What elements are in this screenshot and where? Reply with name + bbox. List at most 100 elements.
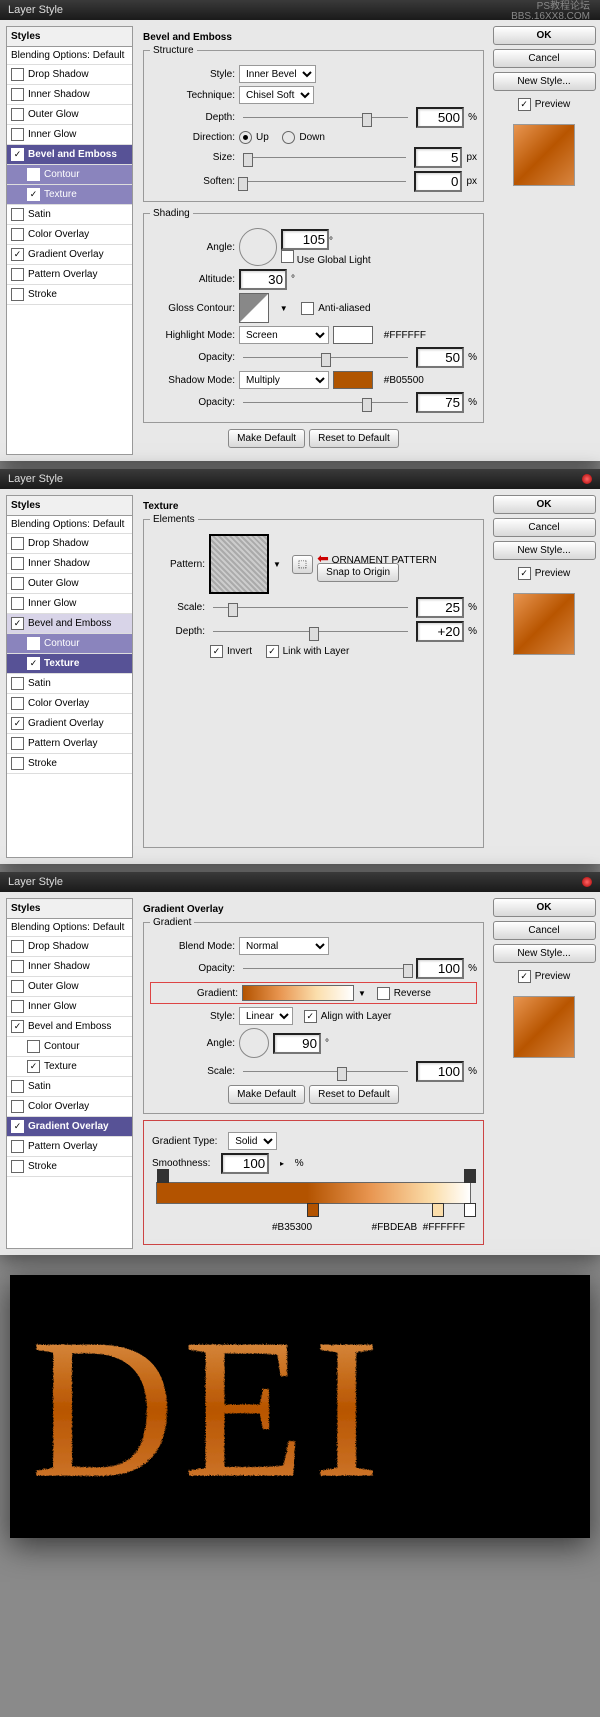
- fx-inner-glow[interactable]: Inner Glow: [7, 997, 132, 1017]
- color-stop[interactable]: [432, 1203, 444, 1217]
- titlebar[interactable]: Layer Style: [0, 0, 600, 20]
- fx-texture[interactable]: Texture: [7, 185, 132, 205]
- grad-style-select[interactable]: Linear: [239, 1007, 293, 1025]
- fx-contour[interactable]: Contour: [7, 165, 132, 185]
- fx-pattern-overlay[interactable]: Pattern Overlay: [7, 265, 132, 285]
- scale-input[interactable]: [416, 1061, 464, 1082]
- make-default-button[interactable]: Make Default: [228, 429, 305, 448]
- reverse-check[interactable]: [377, 987, 390, 1000]
- pattern-new-icon[interactable]: ⬚: [292, 555, 313, 574]
- fx-satin[interactable]: Satin: [7, 205, 132, 225]
- gradient-swatch[interactable]: [242, 985, 354, 1001]
- fx-satin[interactable]: Satin: [7, 1077, 132, 1097]
- opacity-slider[interactable]: [243, 963, 408, 975]
- gloss-contour[interactable]: [239, 293, 269, 323]
- fx-stroke[interactable]: Stroke: [7, 285, 132, 305]
- fx-texture[interactable]: Texture: [7, 654, 132, 674]
- fx-bevel[interactable]: Bevel and Emboss: [7, 1017, 132, 1037]
- reset-default-button[interactable]: Reset to Default: [309, 1085, 399, 1104]
- fx-grad-overlay[interactable]: Gradient Overlay: [7, 714, 132, 734]
- new-style-button[interactable]: New Style...: [493, 944, 596, 963]
- fx-drop-shadow[interactable]: Drop Shadow: [7, 65, 132, 85]
- close-icon[interactable]: [582, 474, 592, 484]
- fx-inner-glow[interactable]: Inner Glow: [7, 594, 132, 614]
- fx-contour[interactable]: Contour: [7, 1037, 132, 1057]
- angle-dial[interactable]: [239, 228, 277, 266]
- angle-input[interactable]: [281, 229, 329, 250]
- angle-dial[interactable]: [239, 1028, 269, 1058]
- size-input[interactable]: [414, 147, 462, 168]
- h-opacity-slider[interactable]: [243, 352, 408, 364]
- fx-inner-shadow[interactable]: Inner Shadow: [7, 554, 132, 574]
- fx-pattern-overlay[interactable]: Pattern Overlay: [7, 734, 132, 754]
- new-style-button[interactable]: New Style...: [493, 541, 596, 560]
- fx-texture[interactable]: Texture: [7, 1057, 132, 1077]
- antialias-check[interactable]: [301, 302, 314, 315]
- fx-contour[interactable]: Contour: [7, 634, 132, 654]
- fx-grad-overlay[interactable]: Gradient Overlay: [7, 1117, 132, 1137]
- gradient-bar[interactable]: [156, 1182, 471, 1204]
- fx-bevel[interactable]: Bevel and Emboss: [7, 614, 132, 634]
- align-layer-check[interactable]: [304, 1010, 317, 1023]
- color-stop[interactable]: [464, 1203, 476, 1217]
- h-opacity-input[interactable]: [416, 347, 464, 368]
- preview-check[interactable]: [518, 970, 531, 983]
- depth-input[interactable]: [416, 107, 464, 128]
- fx-color-overlay[interactable]: Color Overlay: [7, 1097, 132, 1117]
- fx-satin[interactable]: Satin: [7, 674, 132, 694]
- opacity-stop[interactable]: [157, 1169, 169, 1183]
- fx-stroke[interactable]: Stroke: [7, 1157, 132, 1177]
- shadow-color[interactable]: [333, 371, 373, 389]
- preview-check[interactable]: [518, 567, 531, 580]
- pattern-swatch[interactable]: [209, 534, 269, 594]
- opacity-stop[interactable]: [464, 1169, 476, 1183]
- highlight-color[interactable]: [333, 326, 373, 344]
- fx-drop-shadow[interactable]: Drop Shadow: [7, 534, 132, 554]
- soften-slider[interactable]: [243, 176, 406, 188]
- highlight-mode[interactable]: Screen: [239, 326, 329, 344]
- altitude-input[interactable]: [239, 269, 287, 290]
- depth-slider[interactable]: [243, 112, 408, 124]
- style-select[interactable]: Inner Bevel: [239, 65, 316, 83]
- opacity-input[interactable]: [416, 958, 464, 979]
- ok-button[interactable]: OK: [493, 898, 596, 917]
- fx-inner-shadow[interactable]: Inner Shadow: [7, 85, 132, 105]
- angle-input[interactable]: [273, 1033, 321, 1054]
- color-stop[interactable]: [307, 1203, 319, 1217]
- titlebar[interactable]: Layer Style: [0, 469, 600, 489]
- s-opacity-slider[interactable]: [243, 397, 408, 409]
- fx-inner-glow[interactable]: Inner Glow: [7, 125, 132, 145]
- cancel-button[interactable]: Cancel: [493, 921, 596, 940]
- dir-down-radio[interactable]: [282, 131, 295, 144]
- blend-mode-select[interactable]: Normal: [239, 937, 329, 955]
- ok-button[interactable]: OK: [493, 495, 596, 514]
- scale-input[interactable]: [416, 597, 464, 618]
- dir-up-radio[interactable]: [239, 131, 252, 144]
- fx-pattern-overlay[interactable]: Pattern Overlay: [7, 1137, 132, 1157]
- s-opacity-input[interactable]: [416, 392, 464, 413]
- fx-outer-glow[interactable]: Outer Glow: [7, 574, 132, 594]
- new-style-button[interactable]: New Style...: [493, 72, 596, 91]
- global-light-check[interactable]: [281, 250, 294, 263]
- link-layer-check[interactable]: [266, 645, 279, 658]
- shadow-mode[interactable]: Multiply: [239, 371, 329, 389]
- blending-options[interactable]: Blending Options: Default: [7, 47, 132, 65]
- fx-bevel[interactable]: Bevel and Emboss: [7, 145, 132, 165]
- scale-slider[interactable]: [243, 1066, 408, 1078]
- fx-color-overlay[interactable]: Color Overlay: [7, 694, 132, 714]
- reset-default-button[interactable]: Reset to Default: [309, 429, 399, 448]
- invert-check[interactable]: [210, 645, 223, 658]
- depth-input[interactable]: [416, 621, 464, 642]
- cancel-button[interactable]: Cancel: [493, 49, 596, 68]
- fx-drop-shadow[interactable]: Drop Shadow: [7, 937, 132, 957]
- ok-button[interactable]: OK: [493, 26, 596, 45]
- fx-inner-shadow[interactable]: Inner Shadow: [7, 957, 132, 977]
- smoothness-input[interactable]: [221, 1153, 269, 1174]
- technique-select[interactable]: Chisel Soft: [239, 86, 314, 104]
- close-icon[interactable]: [582, 877, 592, 887]
- size-slider[interactable]: [243, 152, 406, 164]
- make-default-button[interactable]: Make Default: [228, 1085, 305, 1104]
- scale-slider[interactable]: [213, 602, 408, 614]
- fx-outer-glow[interactable]: Outer Glow: [7, 105, 132, 125]
- snap-origin-button[interactable]: Snap to Origin: [317, 563, 399, 582]
